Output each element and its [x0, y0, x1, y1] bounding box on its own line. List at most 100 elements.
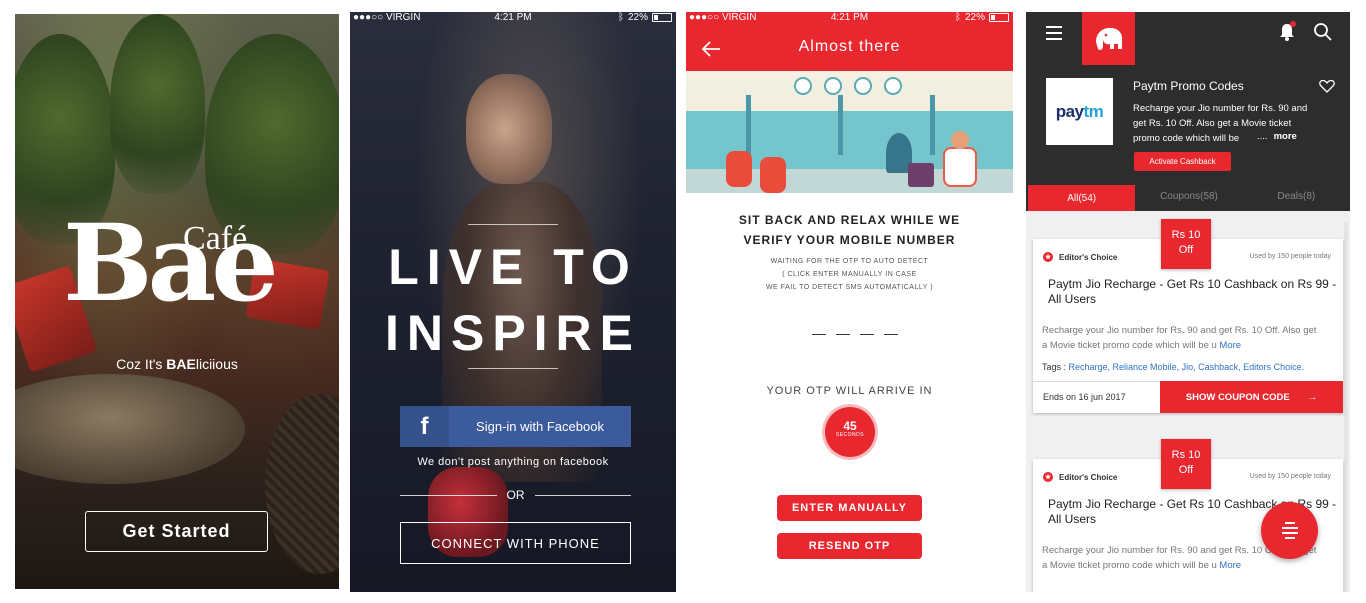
- floating-menu-button[interactable]: [1261, 502, 1318, 559]
- filter-tabs: All(54) Coupons(58) Deals(8): [1026, 181, 1350, 211]
- header-bar: ●●●○○ VIRGIN 4:21 PM ᛒ 22% Almost there: [686, 12, 1013, 71]
- live-to-inspire-screen: ●●●○○ VIRGIN 4:21 PM ᛒ 22% LIVE TO INSPI…: [350, 12, 676, 592]
- coupon-description-text: Recharge your Jio number for Rs. 90 and …: [1042, 325, 1317, 351]
- coupon-card[interactable]: Rs 10 Off ★ Editor's Choice Used by 150 …: [1033, 219, 1343, 413]
- or-label: OR: [506, 488, 525, 502]
- auto-detect-line-1: WAITING FOR THE OTP TO AUTO DETECT: [770, 258, 929, 265]
- usage-count: Used by 150 people today: [1249, 473, 1331, 480]
- or-separator: OR: [400, 488, 631, 502]
- elephant-logo-icon[interactable]: [1082, 12, 1135, 65]
- paytm-logo: pay tm: [1046, 78, 1113, 145]
- connect-with-phone-button[interactable]: CONNECT WITH PHONE: [400, 522, 631, 564]
- search-icon[interactable]: [1313, 22, 1333, 42]
- headline-line-2: INSPIRE: [384, 305, 642, 361]
- show-coupon-code-button[interactable]: SHOW COUPON CODE →: [1160, 381, 1343, 413]
- tags-label: Tags :: [1042, 362, 1069, 372]
- resend-otp-button[interactable]: RESEND OTP: [777, 533, 922, 559]
- otp-input[interactable]: [812, 334, 898, 335]
- otp-arrive-label: YOUR OTP WILL ARRIVE IN: [766, 385, 933, 397]
- logo-top: Café: [183, 220, 248, 257]
- paytm-logo-tm: tm: [1083, 101, 1104, 121]
- verify-headline-line-1: SIT BACK AND RELAX WHILE WE: [738, 213, 961, 227]
- tab-all[interactable]: All(54): [1028, 185, 1136, 211]
- discount-badge: Rs 10 Off: [1161, 439, 1211, 489]
- countdown-timer: 45 SECONDS: [825, 407, 875, 457]
- clock-icon: [884, 77, 902, 95]
- tab-coupons[interactable]: Coupons(58): [1135, 181, 1242, 211]
- facebook-signin-button[interactable]: f Sign-in with Facebook: [400, 406, 631, 447]
- bluetooth-icon: ᛒ: [617, 12, 624, 23]
- coupon-tags: Tags : Recharge, Reliance Mobile, Jio, C…: [1042, 362, 1304, 372]
- airport-illustration: [686, 71, 1013, 193]
- status-bar: ●●●○○ VIRGIN 4:21 PM ᛒ 22%: [686, 12, 1013, 24]
- paytm-promo-codes-screen: pay tm Paytm Promo Codes Recharge your Ji…: [1026, 12, 1350, 592]
- background-tree: [110, 14, 205, 194]
- app-top-bar: [1026, 12, 1350, 65]
- discount-badge: Rs 10 Off: [1161, 219, 1211, 269]
- store-ellipsis: ....: [1257, 131, 1268, 142]
- auto-detect-line-3: WE FAIL TO DETECT SMS AUTOMATICALLY ): [765, 284, 934, 291]
- verify-headline: SIT BACK AND RELAX WHILE WE VERIFY YOUR …: [686, 210, 1013, 250]
- star-icon: ★: [1043, 252, 1053, 262]
- illustration-person: [943, 147, 977, 187]
- otp-verification-screen: ●●●○○ VIRGIN 4:21 PM ᛒ 22% Almost there: [686, 12, 1013, 592]
- star-icon: ★: [1043, 472, 1053, 482]
- tab-deals[interactable]: Deals(8): [1243, 181, 1350, 211]
- store-more-label: more: [1273, 131, 1297, 142]
- auto-detect-line-2: ( CLICK ENTER MANUALLY IN CASE: [782, 271, 917, 278]
- illustration-chair: [726, 151, 752, 187]
- get-started-button[interactable]: Get Started: [85, 511, 268, 552]
- hamburger-menu-icon[interactable]: [1046, 26, 1062, 40]
- paytm-logo-pay: pay: [1055, 101, 1084, 121]
- timer-value: 45: [843, 419, 857, 433]
- or-line-left: [400, 494, 497, 496]
- auto-detect-note: WAITING FOR THE OTP TO AUTO DETECT ( CLI…: [686, 255, 1013, 294]
- scrollbar[interactable]: [1344, 222, 1348, 592]
- coupon-more-link[interactable]: More: [1219, 560, 1241, 571]
- tagline-prefix: Coz It's: [116, 356, 167, 372]
- enter-manually-button[interactable]: ENTER MANUALLY: [777, 495, 922, 521]
- store-title: Paytm Promo Codes: [1133, 79, 1244, 93]
- otp-digit-slot[interactable]: [836, 334, 850, 335]
- illustration-person-head: [951, 131, 969, 149]
- title-divider-top: [468, 224, 558, 225]
- store-more-link[interactable]: .... more: [1257, 131, 1297, 142]
- facebook-icon: f: [400, 406, 449, 447]
- illustration-pillar: [746, 95, 751, 155]
- show-coupon-code-label: SHOW COUPON CODE: [1185, 391, 1290, 403]
- facebook-signin-label: Sign-in with Facebook: [476, 419, 604, 434]
- discount-suffix: Off: [1178, 244, 1194, 256]
- battery-percent: 22%: [964, 12, 985, 23]
- coupon-more-link[interactable]: More: [1219, 340, 1241, 351]
- tags-links[interactable]: Recharge, Reliance Mobile, Jio, Cashback…: [1069, 362, 1305, 372]
- title-divider-bottom: [468, 368, 558, 369]
- arrow-right-icon: →: [1307, 391, 1318, 403]
- battery-icon: [989, 13, 1009, 22]
- timer-unit: SECONDS: [835, 432, 865, 438]
- store-hero: pay tm Paytm Promo Codes Recharge your Ji…: [1026, 65, 1350, 181]
- tagline-bold: BAE: [166, 356, 196, 372]
- favorite-heart-icon[interactable]: [1319, 79, 1335, 93]
- discount-suffix: Off: [1178, 464, 1194, 476]
- verify-headline-line-2: VERIFY YOUR MOBILE NUMBER: [743, 233, 956, 247]
- headline-line-1: LIVE TO: [388, 239, 638, 295]
- discount-amount: Rs 10: [1171, 449, 1201, 461]
- activate-cashback-button[interactable]: Activate Cashback: [1134, 152, 1231, 171]
- battery-indicator: ᛒ 22%: [618, 12, 672, 23]
- cafe-bae-splash-screen: Bae Café Coz It's BAEliciious Get Starte…: [15, 14, 339, 589]
- otp-digit-slot[interactable]: [812, 334, 826, 335]
- illustration-pillar: [838, 95, 843, 155]
- illustration-suitcase: [908, 163, 934, 187]
- clock-icon: [854, 77, 872, 95]
- facebook-note: We don't post anything on facebook: [417, 456, 609, 468]
- otp-digit-slot[interactable]: [860, 334, 874, 335]
- otp-digit-slot[interactable]: [884, 334, 898, 335]
- illustration-chair: [760, 157, 786, 193]
- or-line-right: [534, 494, 631, 496]
- athlete-head-photo: [466, 74, 552, 184]
- coupon-description: Recharge your Jio number for Rs. 90 and …: [1042, 323, 1324, 353]
- battery-icon: [652, 13, 672, 22]
- discount-amount: Rs 10: [1171, 229, 1201, 241]
- battery-percent: 22%: [627, 12, 648, 23]
- notification-dot: [1290, 21, 1296, 27]
